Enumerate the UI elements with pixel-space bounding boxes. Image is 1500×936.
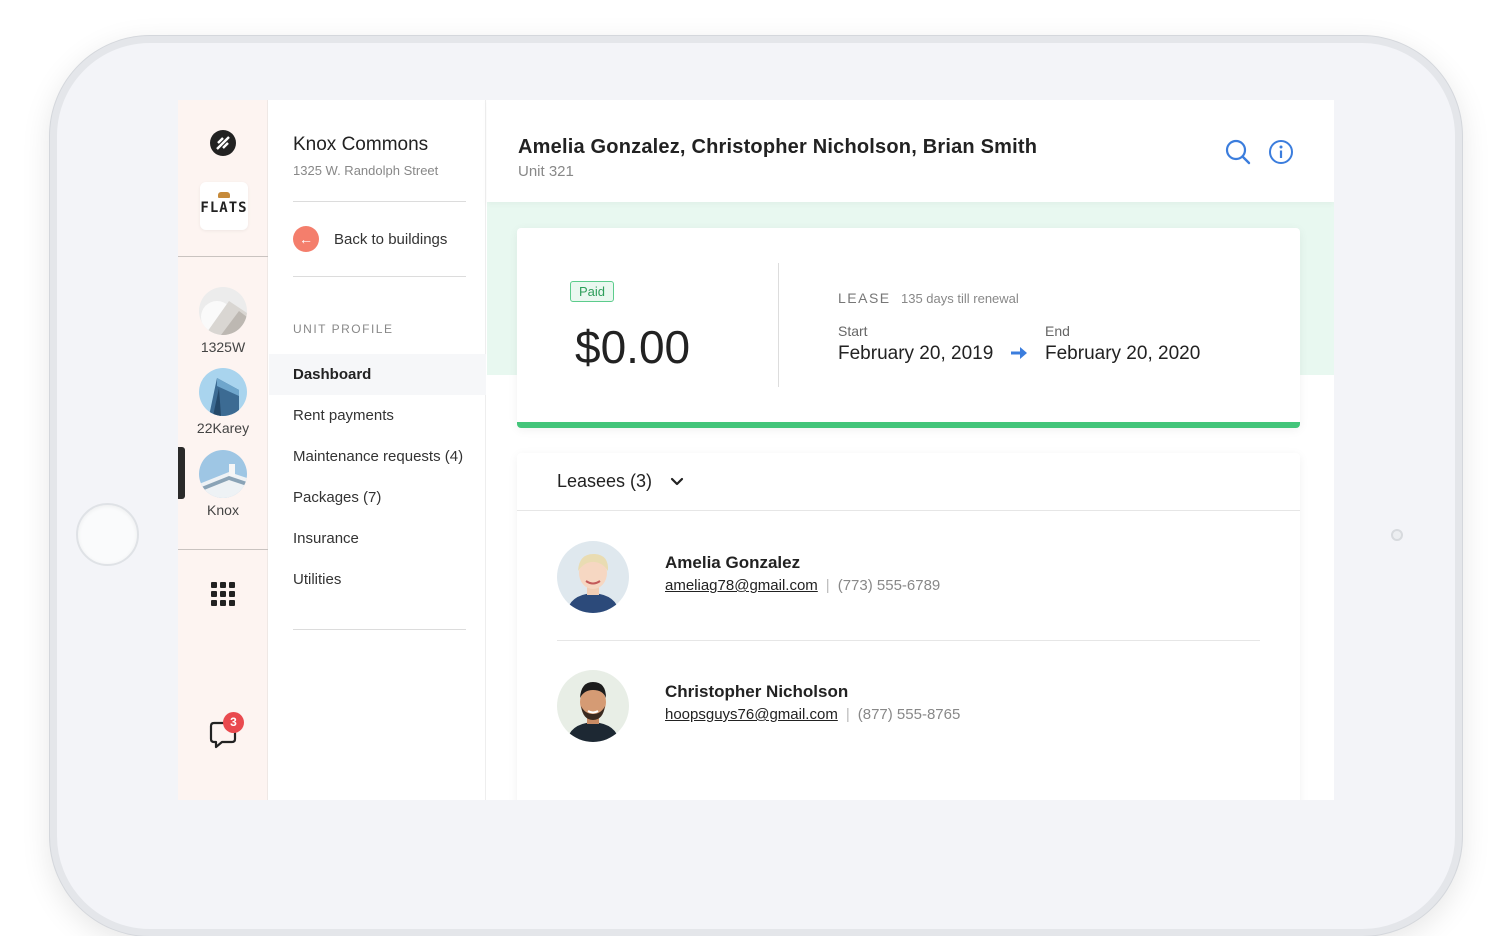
main-content: Amelia Gonzalez, Christopher Nicholson, … [487, 100, 1334, 800]
leasee-row: Christopher Nicholson hoopsguys76@gmail.… [557, 640, 1260, 768]
grid-icon[interactable] [211, 582, 235, 606]
lease-end-date: February 20, 2020 [1045, 343, 1201, 364]
menu-item-dashboard[interactable]: Dashboard [269, 354, 486, 395]
sidebar-divider [293, 276, 466, 277]
leasee-phone: (877) 555-8765 [857, 706, 961, 723]
contact-separator: | [825, 577, 830, 594]
back-label: Back to buildings [334, 230, 448, 248]
search-icon[interactable] [1224, 138, 1252, 166]
leasee-contact: ameliag78@gmail.com | (773) 555-6789 [665, 577, 940, 594]
avatar [557, 541, 629, 613]
page-title: Amelia Gonzalez, Christopher Nicholson, … [518, 136, 1038, 158]
sidebar-divider [293, 629, 466, 630]
building-1325w[interactable]: 1325W [178, 287, 268, 355]
back-arrow-icon: ← [293, 226, 319, 252]
leasee-phone: (773) 555-6789 [837, 577, 941, 594]
building-label: 1325W [200, 339, 246, 355]
sidebar-divider [293, 201, 466, 202]
brand-word: FLATS [200, 200, 248, 216]
building-address: 1325 W. Randolph Street [293, 163, 439, 178]
rail-divider [178, 256, 268, 257]
leasee-row: Amelia Gonzalez ameliag78@gmail.com | (773… [557, 511, 1260, 639]
unit-menu: Dashboard Rent payments Maintenance requ… [269, 354, 486, 600]
leasee-email-link[interactable]: hoopsguys76@gmail.com [665, 706, 838, 723]
lease-start-date: February 20, 2019 [838, 343, 994, 364]
menu-item-packages[interactable]: Packages (7) [269, 477, 486, 518]
leasees-header[interactable]: Leasees (3) [517, 453, 1300, 511]
info-icon[interactable] [1267, 138, 1295, 166]
menu-item-insurance[interactable]: Insurance [269, 518, 486, 559]
notification-badge: 3 [223, 712, 244, 733]
card-divider [778, 263, 779, 387]
building-name: Knox Commons [293, 134, 429, 155]
contact-separator: | [845, 706, 850, 723]
lease-end-label: End [1045, 323, 1070, 339]
unit-subtitle: Unit 321 [518, 163, 574, 180]
menu-item-maintenance-requests[interactable]: Maintenance requests (4) [269, 436, 486, 477]
building-label: Knox [207, 502, 239, 518]
menu-item-utilities[interactable]: Utilities [269, 559, 486, 600]
paid-status-bar [517, 422, 1300, 428]
menu-item-rent-payments[interactable]: Rent payments [269, 395, 486, 436]
lease-label: LEASE [838, 290, 891, 306]
app-rail: FLATS 1325W 22Karey Knox 3 [178, 100, 268, 800]
building-label: 22Karey [196, 420, 250, 436]
building-photo-1325w [199, 287, 247, 335]
payment-lease-summary-card: Paid $0.00 LEASE 135 days till renewal S… [517, 228, 1300, 428]
building-knox[interactable]: Knox [178, 450, 268, 518]
leasee-name: Christopher Nicholson [665, 682, 849, 701]
dog-icon [218, 192, 230, 198]
home-button[interactable] [76, 503, 139, 566]
lease-start-label: Start [838, 323, 868, 339]
status-badge: Paid [570, 281, 615, 302]
balance-amount: $0.00 [575, 321, 691, 373]
compass-logo-icon[interactable] [210, 130, 236, 156]
building-photo-22karey [199, 368, 247, 416]
avatar [557, 670, 629, 742]
arrow-right-icon [1010, 345, 1028, 361]
building-22karey[interactable]: 22Karey [178, 368, 268, 436]
rail-divider [178, 549, 268, 550]
flats-brand-logo[interactable]: FLATS [200, 182, 248, 230]
back-to-buildings-button[interactable]: ← Back to buildings [293, 226, 447, 252]
app-screen: FLATS 1325W 22Karey Knox 3 Knox Commons … [178, 100, 1334, 800]
section-label: UNIT PROFILE [293, 322, 394, 336]
leasees-title: Leasees (3) [557, 471, 653, 491]
building-photo-knox [199, 450, 247, 498]
lease-renewal-note: 135 days till renewal [901, 291, 1019, 306]
leasee-name: Amelia Gonzalez [665, 553, 801, 572]
leasees-card: Leasees (3) Amelia Gonzalez ameliag78@gm… [517, 453, 1300, 800]
leasee-email-link[interactable]: ameliag78@gmail.com [665, 577, 818, 594]
unit-sidebar: Knox Commons 1325 W. Randolph Street ← B… [269, 100, 486, 800]
camera-icon [1391, 529, 1403, 541]
page-header: Amelia Gonzalez, Christopher Nicholson, … [487, 100, 1334, 202]
chevron-down-icon[interactable] [667, 472, 687, 492]
leasee-contact: hoopsguys76@gmail.com | (877) 555-8765 [665, 706, 960, 723]
